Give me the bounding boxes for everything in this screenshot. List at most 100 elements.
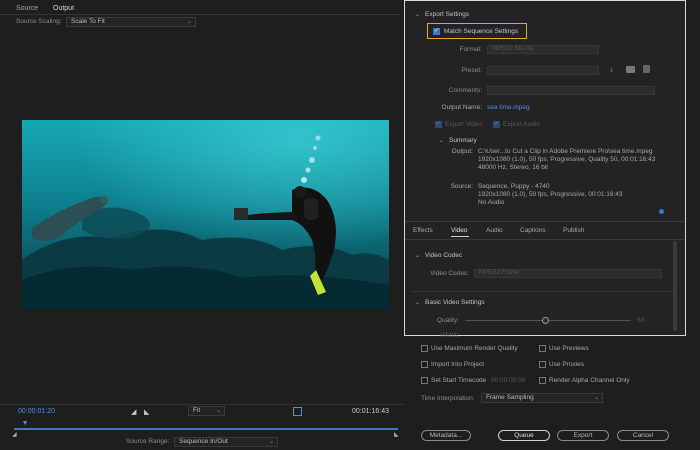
use-previews-checkbox[interactable] bbox=[539, 345, 546, 352]
metadata-button[interactable]: Metadata... bbox=[421, 430, 471, 441]
tab-effects[interactable]: Effects bbox=[413, 227, 433, 234]
zoom-value: Fit bbox=[193, 407, 201, 414]
duration-timecode: 00:01:16:43 bbox=[352, 408, 389, 415]
quality-slider-thumb[interactable] bbox=[541, 317, 549, 324]
save-preset-icon[interactable]: ⤓ bbox=[610, 66, 613, 74]
export-audio-label: Export Audio bbox=[503, 121, 540, 128]
source-range-label: Source Range: bbox=[126, 438, 170, 445]
zoom-dropdown[interactable]: Fit ⌄ bbox=[188, 406, 225, 416]
chevron-down-icon: ⌄ bbox=[186, 19, 192, 25]
export-audio-checkbox[interactable] bbox=[493, 120, 500, 128]
tab-output[interactable]: Output bbox=[53, 5, 75, 15]
export-video-checkbox[interactable] bbox=[435, 120, 442, 128]
max-render-quality-label: Use Maximum Render Quality bbox=[431, 345, 518, 352]
basic-video-chevron-icon[interactable]: ⌄ bbox=[415, 299, 420, 306]
use-previews-label: Use Previews bbox=[549, 345, 589, 352]
aspect-correction-icon[interactable] bbox=[293, 407, 302, 416]
tab-video[interactable]: Video bbox=[451, 227, 468, 234]
time-interpolation-dropdown[interactable]: Frame Sampling ⌄ bbox=[481, 393, 603, 403]
source-range-value: Sequence In/Out bbox=[179, 438, 228, 445]
mark-out-icon[interactable]: ◣ bbox=[144, 408, 149, 416]
time-interpolation-value: Frame Sampling bbox=[486, 394, 534, 401]
preset-label: Preset: bbox=[461, 67, 482, 74]
start-timecode-value[interactable]: 00:00:00:00 bbox=[491, 377, 525, 384]
summary-title: Summary bbox=[449, 137, 477, 144]
render-alpha-label: Render Alpha Channel Only bbox=[549, 377, 630, 384]
section-divider bbox=[411, 291, 673, 292]
source-scaling-label: Source Scaling: bbox=[16, 18, 62, 25]
collapse-chevron-icon[interactable]: ⌄ bbox=[415, 11, 420, 18]
source-range-dropdown[interactable]: Sequence In/Out ⌄ bbox=[174, 437, 278, 447]
import-into-project-label: Import Into Project bbox=[431, 361, 485, 368]
quality-label: Quality: bbox=[436, 317, 459, 324]
preset-dropdown[interactable] bbox=[487, 66, 599, 75]
set-start-timecode-label: Set Start Timecode bbox=[431, 377, 487, 384]
summary-chevron-icon[interactable]: ⌄ bbox=[439, 137, 444, 144]
tab-publish[interactable]: Publish bbox=[563, 227, 584, 234]
export-settings-title: Export Settings bbox=[425, 11, 470, 18]
chevron-down-icon: ⌄ bbox=[593, 395, 599, 401]
summary-output-line: C:\User...to Cut a Clip in Adobe Premier… bbox=[478, 148, 653, 155]
queue-button[interactable]: Queue bbox=[498, 430, 550, 441]
out-point-marker[interactable]: ◣ bbox=[394, 431, 399, 438]
max-render-quality-checkbox[interactable] bbox=[421, 345, 428, 352]
summary-output-line: 48000 Hz, Stereo, 16 bit bbox=[478, 164, 549, 171]
tab-video-underline bbox=[451, 236, 469, 237]
quality-value: 50 bbox=[637, 317, 645, 324]
timeline-scrub-bar[interactable] bbox=[14, 428, 398, 430]
tabs-bottom-divider bbox=[405, 239, 685, 240]
format-dropdown[interactable]: MPEG2 Blu-ray bbox=[487, 45, 599, 54]
summary-source-line: No Audio bbox=[478, 199, 505, 206]
in-point-marker[interactable]: ◢ bbox=[12, 431, 17, 438]
video-codec-label: Video Codec: bbox=[430, 270, 469, 277]
summary-source-line: Sequence, Puppy - 4740 bbox=[478, 183, 550, 190]
video-preview bbox=[22, 120, 389, 309]
basic-video-title: Basic Video Settings bbox=[425, 299, 485, 306]
tabs-divider bbox=[405, 221, 685, 222]
set-start-timecode-checkbox[interactable] bbox=[421, 377, 428, 384]
trash-icon[interactable] bbox=[643, 65, 650, 73]
output-name-label: Output Name: bbox=[441, 104, 482, 111]
source-scaling-value: Scale To Fit bbox=[71, 18, 105, 25]
summary-output-label: Output: bbox=[451, 148, 473, 155]
timeline-divider bbox=[0, 404, 404, 405]
video-codec-dropdown[interactable]: MPEG2 Frame bbox=[474, 269, 662, 278]
tab-divider bbox=[0, 14, 400, 15]
export-video-label: Export Video bbox=[445, 121, 483, 128]
output-name-link[interactable]: sea time.mpeg bbox=[487, 104, 530, 111]
match-sequence-checkbox[interactable] bbox=[433, 27, 440, 35]
use-proxies-label: Use Proxies bbox=[549, 361, 585, 368]
export-button[interactable]: Export bbox=[557, 430, 609, 441]
video-codec-value: MPEG2 Frame bbox=[479, 270, 520, 276]
use-proxies-checkbox[interactable] bbox=[539, 361, 546, 368]
settings-scrollbar[interactable] bbox=[673, 241, 677, 331]
tab-audio[interactable]: Audio bbox=[486, 227, 503, 234]
match-sequence-label: Match Sequence Settings bbox=[444, 28, 519, 35]
summary-output-line: 1920x1080 (1.0), 50 fps, Progressive, Qu… bbox=[478, 156, 656, 163]
video-codec-chevron-icon[interactable]: ⌄ bbox=[415, 252, 420, 259]
video-frame bbox=[22, 120, 389, 309]
current-timecode[interactable]: 00:00:01:20 bbox=[18, 408, 55, 415]
chevron-down-icon: ⌄ bbox=[215, 408, 221, 414]
cancel-button[interactable]: Cancel bbox=[617, 430, 669, 441]
resize-handle[interactable] bbox=[659, 209, 664, 214]
export-settings-panel: ⌄ Export Settings Match Sequence Setting… bbox=[404, 0, 686, 339]
folder-icon[interactable] bbox=[626, 66, 635, 73]
comments-label: Comments: bbox=[448, 87, 482, 94]
summary-source-line: 1920x1080 (1.0), 50 fps, Progressive, 00… bbox=[478, 191, 623, 198]
format-label: Format: bbox=[459, 46, 482, 53]
video-codec-title: Video Codec bbox=[425, 252, 463, 259]
time-interpolation-label: Time Interpolation: bbox=[421, 395, 475, 402]
chevron-down-icon: ⌄ bbox=[268, 439, 274, 445]
width-label: Width: bbox=[440, 332, 459, 339]
playhead[interactable]: ▼ bbox=[22, 420, 29, 427]
source-scaling-dropdown[interactable]: Scale To Fit ⌄ bbox=[66, 17, 196, 27]
tab-source[interactable]: Source bbox=[16, 5, 38, 12]
tab-captions[interactable]: Captions bbox=[520, 227, 546, 234]
mark-in-icon[interactable]: ◢ bbox=[131, 408, 136, 416]
comments-field[interactable] bbox=[487, 86, 655, 95]
render-alpha-checkbox[interactable] bbox=[539, 377, 546, 384]
summary-source-label: Source: bbox=[450, 183, 473, 190]
import-into-project-checkbox[interactable] bbox=[421, 361, 428, 368]
format-value: MPEG2 Blu-ray bbox=[492, 46, 534, 52]
